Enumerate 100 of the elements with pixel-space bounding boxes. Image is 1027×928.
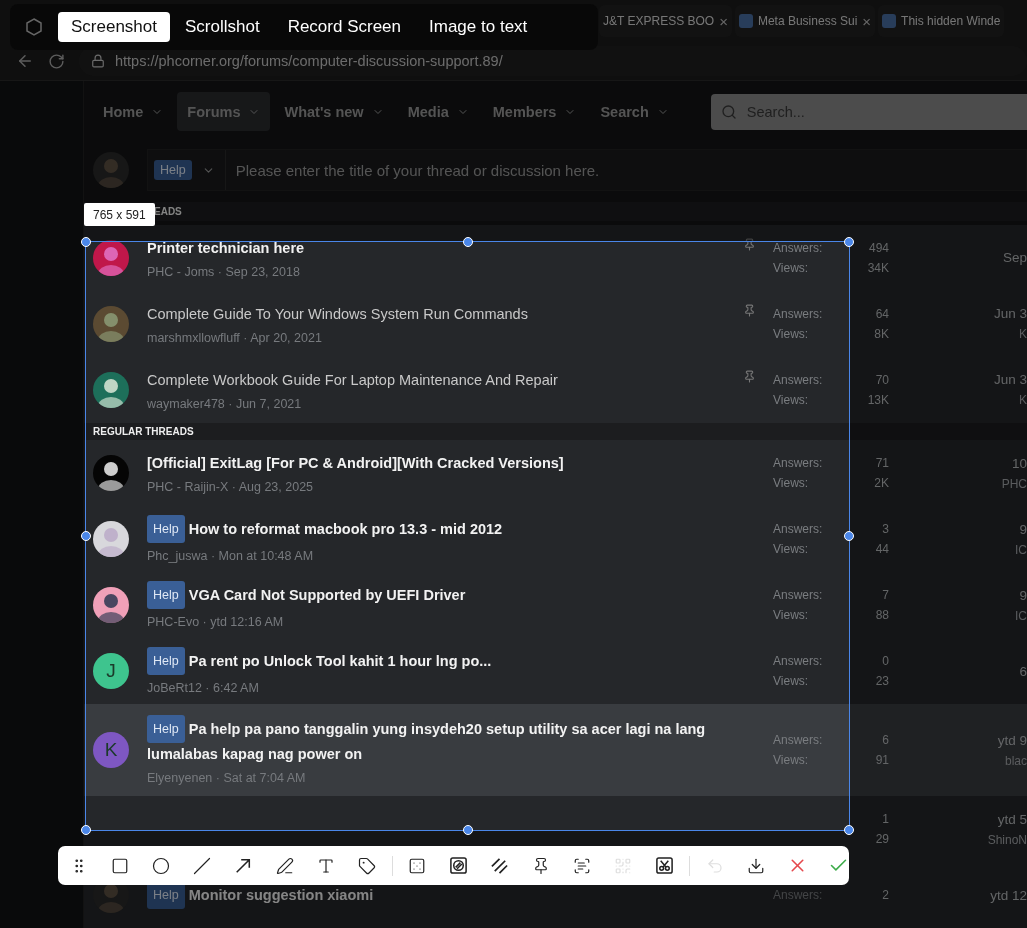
resize-handle[interactable] [81,237,91,247]
thread-meta: Phc_juswa · Mon at 10:48 AM [147,549,315,563]
views-label: Views: [773,392,810,407]
thread-row[interactable]: Complete Workbook Guide For Laptop Maintenance And Repair waymaker478 · Jun 7, 2021 Answers: Views: 70 13K Jun 3 K [84,356,1027,423]
size-label: 765 x 591 [84,203,155,226]
thread-title[interactable]: Complete Workbook Guide For Laptop Maintenance And Repair [147,368,558,391]
views-count: 8K [874,326,889,341]
thread-meta: JoBeRt12 · 6:42 AM [147,681,260,695]
nav-label: Search [600,103,649,120]
thread-meta: marshmxllowfluff · Apr 20, 2021 [147,330,323,345]
resize-handle[interactable] [81,531,91,541]
last-poster: PHC [1001,476,1027,491]
answers-label: Answers: [773,372,824,387]
thread-row[interactable]: Help VGA Card Not Supported by UEFI Driver PHC-Evo · ytd 12:16 AM Answers: Views: 7 88 9 IC [84,572,1027,638]
views-label: Views: [773,674,810,688]
url-text: https://phcorner.org/forums/computer-discussion-support.89/ [115,53,503,69]
views-count: 2K [874,476,889,490]
last-post-date: ytd 5 [997,811,1027,827]
last-post-date: 9 [1019,521,1027,537]
answers-count: 6 [882,733,889,747]
resize-handle[interactable] [844,237,854,247]
last-poster: K [1019,327,1027,341]
lock-icon [91,54,105,68]
search-icon [720,103,737,120]
resize-handle[interactable] [81,825,91,835]
tab-title: Meta Business Sui [757,14,858,28]
views-label: Views: [773,608,810,622]
nav-label: What's new [284,103,364,120]
thread-row[interactable]: Complete Guide To Your Windows System Run Commands marshmxllowfluff · Apr 20, 2021 Answers: Views: 64 8K Jun 3 K [84,290,1027,357]
resize-handle[interactable] [844,825,854,835]
thread-row[interactable]: K Help Pa help pa pano tanggalin yung insydeh20 setup utility sa acer lagi na lang lumalabas kapag nag power on Elyenyenen · Sat at 7:04 AM Answers: Views: 6 91 ytd 9 blac [84,704,1027,796]
user-avatar[interactable]: J [93,653,129,689]
nav-label: Media [407,103,449,120]
thread-title[interactable]: Complete Guide To Your Windows System Run Commands [147,302,528,325]
answers-label: Answers: [773,733,824,747]
views-count: 88 [875,608,889,622]
capture-mode-tab[interactable]: Record Screen [274,12,415,42]
back-icon[interactable] [16,52,34,70]
last-poster: blac [1005,753,1027,768]
last-post-date: ytd 12 [990,887,1027,903]
thread-meta: PHC - Joms · Sep 23, 2018 [147,264,301,279]
answers-count: 7 [882,588,889,602]
field-placeholder: Please enter the title of your thread or discussion here. [235,161,600,179]
answers-count: 0 [882,654,889,668]
thread-meta: Elyenyenen · Sat at 7:04 AM [147,771,307,785]
thread-row[interactable]: Help How to reformat macbook pro 13.3 - mid 2012 Phc_juswa · Mon at 10:48 AM Answers: Views: 3 44 9 IC [84,506,1027,572]
blur-tool[interactable] [447,854,470,877]
thread-title[interactable]: Help VGA Card Not Supported by UEFI Driver [147,581,466,609]
reload-icon[interactable] [48,52,65,70]
views-label: Views: [773,260,810,275]
nav-label: Members [492,103,557,120]
last-post-date: 10 [1011,455,1027,471]
answers-label: Answers: [773,522,824,536]
last-poster: IC [1015,542,1027,557]
views-label: Views: [773,476,810,490]
last-poster: IC [1015,608,1027,623]
answers-count: 71 [875,456,889,470]
resize-handle[interactable] [462,237,473,247]
capture-mode-tab[interactable]: Screenshot [58,12,170,42]
thread-row[interactable]: [Official] ExitLag [For PC & Android][With Cracked Versions] PHC - Raijin-X · Aug 23, 2025 Answers: Views: 71 2K 10 PHC [84,440,1027,506]
views-count: 23 [875,674,889,688]
answers-label: Answers: [773,654,824,668]
answers-count: 2 [882,888,889,902]
answers-count: 1 [882,812,889,826]
resize-handle[interactable] [462,825,473,835]
last-post-date: 6 [1019,663,1027,679]
prefix-label: Help [154,160,192,180]
thread-meta: PHC-Evo · ytd 12:16 AM [147,615,285,629]
last-poster: ShinoN [987,832,1027,847]
last-poster: K [1019,393,1027,407]
views-label: Views: [773,753,810,767]
capture-mode-tab[interactable]: Scrollshot [172,12,273,42]
resize-handle[interactable] [844,531,854,541]
thread-title[interactable]: Help Pa help pa pano tanggalin yung insydeh20 setup utility sa acer lagi na lang lumalabas kapag nag power on [147,715,743,765]
capture-mode-tab[interactable]: Image to text [416,12,541,42]
last-post-date: 9 [1019,587,1027,603]
thread-title[interactable]: Help Pa rent po Unlock Tool kahit 1 hour lng po... [147,647,492,675]
answers-label: Answers: [773,456,824,470]
thread-row[interactable]: J Help Pa rent po Unlock Tool kahit 1 hour lng po... JoBeRt12 · 6:42 AM Answers: Views: 0 23 6 [84,638,1027,704]
last-post-date: Sep [1002,250,1027,265]
answers-label: Answers: [773,588,824,602]
last-post-date: Jun 3 [993,372,1027,387]
thread-title[interactable]: Help How to reformat macbook pro 13.3 - mid 2012 [147,515,503,543]
views-count: 44 [875,542,889,556]
answers-count: 494 [868,240,889,255]
thread-meta: PHC - Raijin-X · Aug 23, 2025 [147,480,315,494]
views-label: Views: [773,542,810,556]
app-icon [26,18,42,36]
views-count: 13K [867,392,889,407]
tab-title: J&T EXPRESS BOO [603,14,715,28]
answers-label: Answers: [773,306,824,321]
thread-row[interactable]: Printer technician here PHC - Joms · Sep 23, 2018 Answers: Views: 494 34K Sep [84,224,1027,291]
answers-count: 64 [875,306,889,321]
answers-count: 3 [882,522,889,536]
cutout-tool[interactable] [654,854,676,877]
thread-title[interactable]: Printer technician here [147,236,305,259]
views-count: 91 [875,753,889,767]
thread-title[interactable]: [Official] ExitLag [For PC & Android][With Cracked Versions] [147,452,564,474]
views-count: 34K [867,260,889,275]
thread-meta: waymaker478 · Jun 7, 2021 [147,396,303,411]
